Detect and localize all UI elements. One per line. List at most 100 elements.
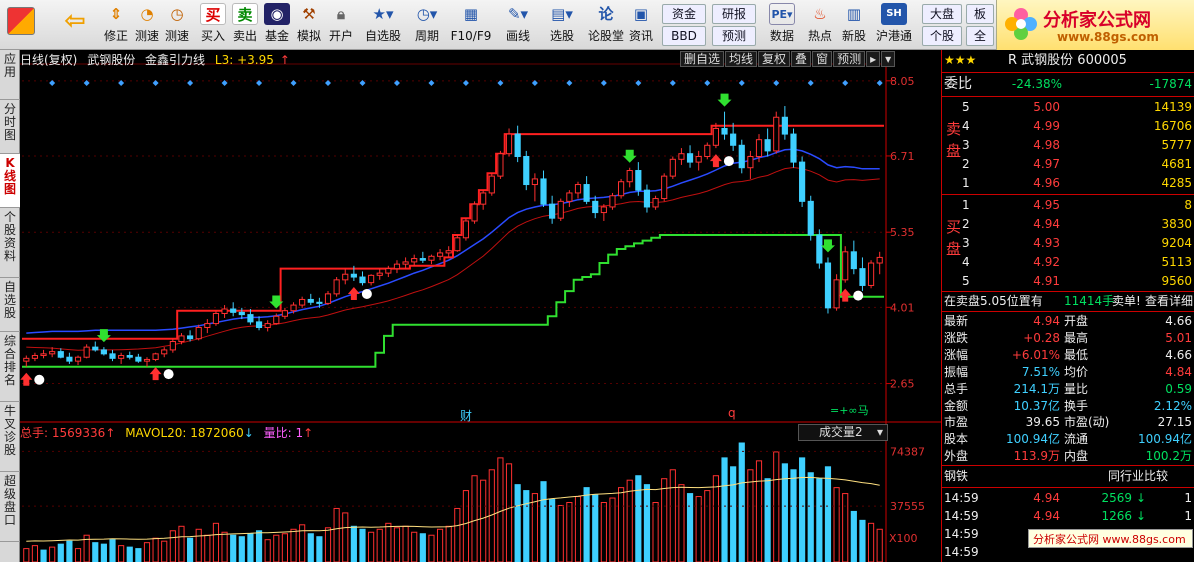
adjust-button[interactable]: 复权 bbox=[758, 51, 791, 67]
open-account-button[interactable]: 🔒︎ 开户 bbox=[326, 3, 356, 47]
kline-chart-area[interactable]: 8.05 6.71 5.35 4.01 2.65 74387 37555 日线(复权) 武钢… bbox=[20, 50, 941, 562]
tab-diagnosis[interactable]: 牛叉诊股 bbox=[0, 402, 20, 472]
forecast-button[interactable]: 预测 bbox=[712, 26, 756, 46]
period-button[interactable]: ◷▾ 周期 bbox=[408, 3, 446, 47]
tab-apps[interactable]: 应用 bbox=[0, 50, 20, 100]
volume-indicator-select[interactable]: 成交量2 ▾ bbox=[798, 424, 888, 441]
bbd-button[interactable]: BBD bbox=[662, 26, 706, 46]
start-menu-button[interactable] bbox=[4, 3, 38, 47]
hk-connect-button[interactable]: SH 沪港通 bbox=[872, 3, 916, 47]
toolbar-btn-speed[interactable]: ◔ 测速 bbox=[132, 3, 162, 47]
level-number: 5 bbox=[962, 274, 970, 288]
f10-button[interactable]: ▦ F10/F9 bbox=[450, 3, 492, 47]
volume-bar bbox=[31, 545, 39, 562]
news-button[interactable]: ▣ 资讯 bbox=[626, 3, 656, 47]
industry-compare-link[interactable]: 同行业比较 bbox=[1108, 468, 1168, 485]
candle-body bbox=[807, 200, 814, 236]
tab-super-quote[interactable]: 超级盘口 bbox=[0, 472, 20, 542]
stock-title: R 武钢股份 600005 bbox=[1008, 53, 1127, 68]
volume-bar bbox=[686, 493, 694, 562]
level-number: 5 bbox=[962, 100, 970, 114]
tab-stock-info[interactable]: 个股资料 bbox=[0, 208, 20, 278]
candle-body bbox=[531, 178, 538, 186]
candle-body bbox=[393, 263, 401, 270]
all-button[interactable]: 全 bbox=[966, 26, 994, 46]
volume-bar bbox=[143, 542, 151, 562]
volume-bar bbox=[92, 542, 99, 562]
fund-icon: ◉ bbox=[264, 3, 290, 25]
buy-button[interactable]: 买 买入 bbox=[198, 3, 228, 47]
window-button[interactable]: 窗 bbox=[812, 51, 833, 67]
draw-line-button[interactable]: ✎▾ 画线 bbox=[498, 3, 538, 47]
volume-bar bbox=[454, 507, 461, 562]
research-button[interactable]: 研报 bbox=[712, 4, 756, 24]
sector-button[interactable]: 板 bbox=[966, 4, 994, 24]
candle-body bbox=[402, 261, 409, 265]
new-stock-button[interactable]: ▥ 新股 bbox=[838, 3, 870, 47]
tab-ranking[interactable]: 综合排名 bbox=[0, 332, 20, 402]
volume-bar bbox=[859, 519, 866, 562]
simulate-button[interactable]: ⚒ 模拟 bbox=[294, 3, 324, 47]
volume-tick-label: 37555 bbox=[890, 500, 925, 513]
candle-body bbox=[204, 323, 211, 328]
single-stock-button[interactable]: 个股 bbox=[922, 26, 962, 46]
candle-body bbox=[574, 184, 582, 194]
volume-bar bbox=[436, 528, 444, 562]
toolbar-btn-fix[interactable]: ⇕ 修正 bbox=[100, 3, 132, 47]
candle-body bbox=[867, 262, 875, 286]
data-button[interactable]: PE▾ 数据 bbox=[762, 3, 802, 47]
start-menu-icon bbox=[7, 7, 35, 35]
financial-marker[interactable]: 财 bbox=[460, 407, 472, 424]
ma-button[interactable]: 均线 bbox=[725, 51, 758, 67]
level-number: 4 bbox=[962, 255, 970, 269]
sell-level-row: 4 4.99 16706 bbox=[942, 118, 1194, 135]
candle-body bbox=[359, 276, 366, 284]
toolbar-label: 画线 bbox=[505, 29, 530, 43]
chevron-down-icon[interactable]: ▾ bbox=[881, 51, 896, 67]
chart-header-info: 日线(复权) 武钢股份 金鑫引力线 L3: +3.95 ↑ bbox=[20, 52, 296, 68]
star-icon: ★▾ bbox=[372, 5, 394, 23]
candle-body bbox=[324, 293, 332, 304]
volume-bar bbox=[850, 510, 857, 562]
tab-watchlist[interactable]: 自选股 bbox=[0, 278, 20, 332]
view-detail-link[interactable]: 查看详细 bbox=[1145, 293, 1193, 310]
candle-body bbox=[23, 357, 30, 362]
volume-ratio-label: 量比: 1 bbox=[263, 426, 304, 440]
kline-chart-svg[interactable]: 8.05 6.71 5.35 4.01 2.65 74387 37555 bbox=[20, 50, 941, 562]
forum-button[interactable]: 论 论股堂 bbox=[586, 3, 626, 47]
sell-volume: 16706 bbox=[1153, 119, 1192, 133]
funds-flow-button[interactable]: 资金 bbox=[662, 4, 706, 24]
tab-kline[interactable]: K线图 bbox=[0, 154, 20, 208]
tick-row: 14:59 4.94 2569 ↓ 1 bbox=[942, 490, 1194, 507]
remove-watchlist-button[interactable]: 删自选 bbox=[680, 51, 725, 67]
big-order-alert[interactable]: 在卖盘5.05位置有 11414手 卖单! 查看详细 bbox=[942, 293, 1194, 310]
forecast-chart-button[interactable]: 预测 bbox=[833, 51, 866, 67]
buy-volume: 3830 bbox=[1161, 217, 1192, 231]
industry-name[interactable]: 钢铁 bbox=[944, 468, 968, 485]
level-number: 3 bbox=[962, 138, 970, 152]
watchlist-button[interactable]: ★▾ 自选股 bbox=[362, 3, 404, 47]
market-button[interactable]: 大盘 bbox=[922, 4, 962, 24]
buy-signal-dot bbox=[723, 156, 734, 167]
more-button[interactable]: ▸ bbox=[866, 51, 881, 67]
stat-label: 市盈 bbox=[944, 415, 969, 430]
sell-button[interactable]: 卖 卖出 bbox=[230, 3, 260, 47]
toolbar-label: 卖出 bbox=[232, 29, 257, 43]
toolbar-label: 资讯 bbox=[628, 29, 653, 43]
volume-bar bbox=[531, 493, 538, 562]
volume-bar bbox=[842, 493, 849, 562]
logo-title: 分析家公式网 bbox=[1043, 10, 1151, 31]
toolbar-btn-clock[interactable]: ◷ 测速 bbox=[162, 3, 192, 47]
back-button[interactable]: ⇦ bbox=[58, 3, 92, 47]
quote-stat-row: 涨跌 +0.28 最高 5.01 bbox=[942, 330, 1194, 347]
overlay-button[interactable]: 叠 bbox=[791, 51, 812, 67]
volume-bar bbox=[523, 490, 530, 562]
candle-body bbox=[592, 200, 599, 214]
fund-button[interactable]: ◉ 基金 bbox=[262, 3, 292, 47]
q-marker[interactable]: q bbox=[728, 406, 736, 420]
volume-bar bbox=[592, 494, 599, 562]
candle-body bbox=[454, 237, 461, 252]
select-stock-button[interactable]: ▤▾ 选股 bbox=[542, 3, 582, 47]
hot-button[interactable]: ♨ 热点 bbox=[804, 3, 836, 47]
tab-intraday[interactable]: 分时图 bbox=[0, 100, 20, 154]
